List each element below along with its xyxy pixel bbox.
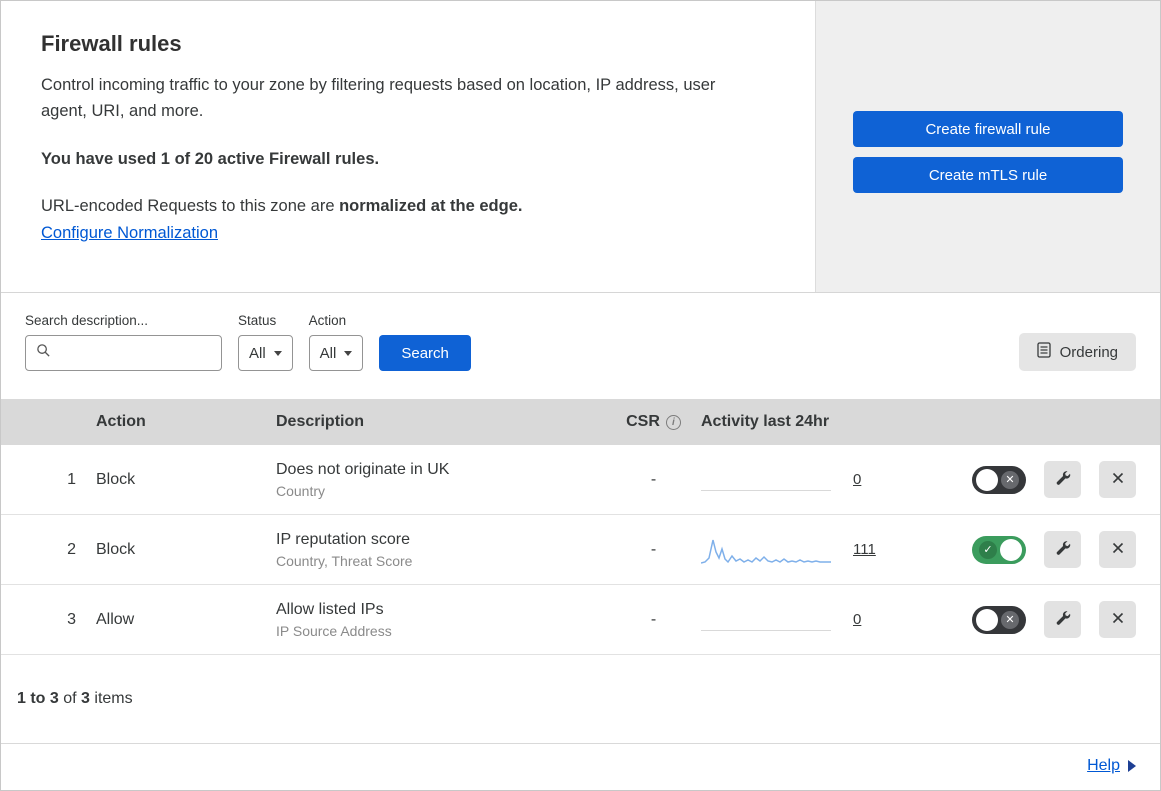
activity-column-header: Activity last 24hr	[701, 413, 830, 430]
chevron-down-icon	[273, 350, 282, 356]
rule-description: Allow listed IPs	[276, 600, 384, 618]
create-firewall-rule-button[interactable]: Create firewall rule	[853, 111, 1123, 147]
help-row: Help	[1, 743, 1160, 790]
help-link[interactable]: Help	[1087, 757, 1136, 775]
activity-count-link[interactable]: 111	[853, 541, 876, 558]
pagination-summary: 1 to 3 of 3 items	[1, 655, 1160, 743]
status-label: Status	[238, 313, 277, 328]
activity-sparkline	[701, 602, 831, 638]
usage-summary: You have used 1 of 20 active Firewall ru…	[41, 150, 380, 169]
cross-icon: ✕	[1001, 610, 1019, 629]
action-value: All	[319, 344, 337, 362]
check-icon: ✓	[979, 540, 997, 559]
items-range: 1 to 3	[17, 690, 59, 707]
edit-rule-button[interactable]	[1044, 461, 1081, 498]
status-value: All	[249, 344, 266, 362]
rule-enabled-toggle[interactable]: ✓ ✕	[972, 605, 1026, 634]
wrench-icon	[1055, 470, 1071, 489]
normalization-bold-text: normalized at the edge.	[339, 197, 523, 216]
firewall-rules-card: Firewall rules Control incoming traffic …	[0, 0, 1161, 791]
action-filter-group: Action All	[308, 313, 364, 371]
activity-count-link[interactable]: 0	[853, 611, 861, 628]
items-total: 3	[81, 690, 90, 707]
activity-count-link[interactable]: 0	[853, 471, 861, 488]
rule-csr: -	[650, 610, 657, 628]
document-list-icon	[1036, 342, 1051, 362]
cross-icon: ✕	[1001, 470, 1019, 489]
rule-action: Block	[96, 470, 136, 488]
activity-sparkline	[700, 532, 831, 568]
delete-rule-button[interactable]	[1099, 531, 1136, 568]
close-icon	[1111, 611, 1125, 628]
table-row: 1 Block Does not originate in UK Country…	[1, 445, 1160, 515]
filter-bar: Search description... Status All Action …	[1, 293, 1160, 399]
intro-panel: Firewall rules Control incoming traffic …	[1, 1, 815, 292]
arrow-right-icon	[1128, 760, 1136, 772]
description-column-header: Description	[276, 413, 365, 430]
search-input[interactable]	[57, 345, 211, 361]
status-filter-group: Status All	[238, 313, 293, 371]
action-label: Action	[308, 313, 347, 328]
table-header-row: Action Description CSR i Activity last 24…	[1, 399, 1160, 445]
normalization-note: URL-encoded Requests to this zone are no…	[41, 197, 775, 216]
search-icon	[36, 343, 51, 363]
header-section: Firewall rules Control incoming traffic …	[1, 1, 1160, 293]
rule-enabled-toggle[interactable]: ✓ ✕	[972, 535, 1026, 564]
chevron-down-icon	[344, 350, 353, 356]
action-dropdown[interactable]: All	[308, 335, 364, 371]
search-label: Search description...	[25, 313, 149, 328]
page-title: Firewall rules	[41, 31, 182, 56]
rule-fields: IP Source Address	[276, 622, 392, 639]
rule-fields: Country, Threat Score	[276, 552, 413, 569]
action-column-header: Action	[96, 413, 146, 430]
help-label: Help	[1087, 757, 1120, 774]
rule-action: Allow	[96, 610, 135, 628]
search-box[interactable]	[25, 335, 222, 371]
rule-description: IP reputation score	[276, 530, 411, 548]
status-dropdown[interactable]: All	[238, 335, 293, 371]
rule-fields: Country	[276, 482, 326, 499]
items-suffix: items	[89, 690, 133, 707]
wrench-icon	[1055, 610, 1071, 629]
close-icon	[1111, 471, 1125, 488]
rule-priority: 2	[67, 540, 76, 558]
toggle-knob	[1000, 538, 1022, 561]
configure-normalization-link[interactable]: Configure Normalization	[41, 224, 218, 242]
wrench-icon	[1055, 540, 1071, 559]
search-button[interactable]: Search	[379, 335, 471, 371]
info-icon[interactable]: i	[665, 414, 681, 430]
table-row: 2 Block IP reputation score Country, Thr…	[1, 515, 1160, 585]
csr-header-label: CSR	[626, 413, 660, 430]
close-icon	[1111, 541, 1125, 558]
toggle-knob	[976, 608, 998, 631]
page-description: Control incoming traffic to your zone by…	[41, 76, 716, 120]
rule-csr: -	[650, 540, 657, 558]
activity-sparkline	[701, 462, 831, 498]
edit-rule-button[interactable]	[1044, 531, 1081, 568]
actions-panel: Create firewall rule Create mTLS rule	[815, 1, 1160, 292]
ordering-button[interactable]: Ordering	[1018, 333, 1136, 371]
search-group: Search description...	[25, 313, 222, 371]
rule-action: Block	[96, 540, 136, 558]
items-of: of	[58, 690, 82, 707]
rule-priority: 3	[67, 610, 76, 628]
delete-rule-button[interactable]	[1099, 461, 1136, 498]
create-mtls-rule-button[interactable]: Create mTLS rule	[853, 157, 1123, 193]
table-row: 3 Allow Allow listed IPs IP Source Addre…	[1, 585, 1160, 655]
rule-enabled-toggle[interactable]: ✓ ✕	[972, 465, 1026, 494]
csr-column-header: CSR i	[606, 413, 701, 431]
rule-description: Does not originate in UK	[276, 460, 450, 478]
ordering-button-label: Ordering	[1059, 343, 1118, 361]
normalization-text: URL-encoded Requests to this zone are	[41, 197, 340, 216]
rule-csr: -	[650, 470, 657, 488]
rule-priority: 1	[67, 470, 76, 488]
delete-rule-button[interactable]	[1099, 601, 1136, 638]
toggle-knob	[976, 468, 998, 491]
edit-rule-button[interactable]	[1044, 601, 1081, 638]
